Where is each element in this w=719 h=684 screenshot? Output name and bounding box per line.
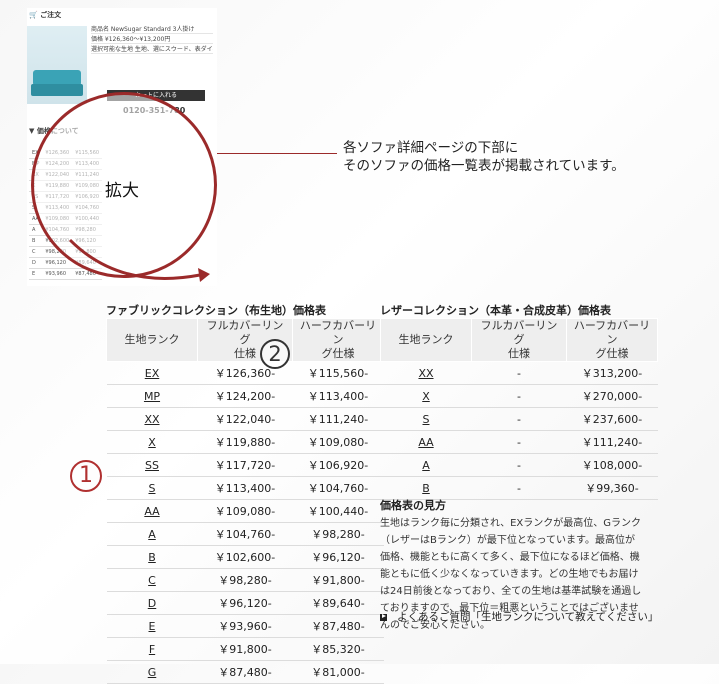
table-row: AA - ￥111,240- xyxy=(380,430,658,454)
rank-link-a[interactable]: A xyxy=(422,459,430,472)
price-half: ￥99,360- xyxy=(566,476,658,500)
price-full: ￥122,040- xyxy=(197,407,293,431)
price-full: ￥113,400- xyxy=(197,476,293,500)
table-row: E ￥93,960- ￥87,480- xyxy=(106,614,384,638)
price-half: ￥237,600- xyxy=(566,407,658,431)
price-half: ￥91,800- xyxy=(292,568,384,592)
price-full: ￥124,200- xyxy=(197,384,293,408)
price-half: ￥100,440- xyxy=(292,499,384,523)
rank-link-b[interactable]: B xyxy=(422,482,430,495)
price-full: ￥93,960- xyxy=(197,614,293,638)
product-info: 商品名 NewSugar Standard 3人掛け 価格 ¥126,360〜¥… xyxy=(91,24,213,54)
col-header-full: フルカバーリング 仕様 xyxy=(471,318,567,362)
table-row: MP ￥124,200- ￥113,400- xyxy=(106,384,384,408)
marker-two: 2 xyxy=(260,339,290,369)
guide-title: 価格表の見方 xyxy=(380,499,446,512)
fabric-price-table: 生地ランク フルカバーリング 仕様 ハーフカバーリン グ仕様 EX ￥126,36… xyxy=(106,318,384,684)
price-full: - xyxy=(471,430,567,454)
rank-link-s[interactable]: S xyxy=(149,482,156,495)
fabric-table-title: ファブリックコレクション（布生地）価格表 xyxy=(106,304,326,317)
price-half: ￥111,240- xyxy=(566,430,658,454)
price-half: ￥106,920- xyxy=(292,453,384,477)
zoom-label: 拡大 xyxy=(103,176,141,201)
info-row: 価格 ¥126,360〜¥13,200円 xyxy=(91,34,213,44)
table-row: B ￥102,600- ￥96,120- xyxy=(106,545,384,569)
table-row: X ￥119,880- ￥109,080- xyxy=(106,430,384,454)
rank-link-f[interactable]: F xyxy=(149,643,155,656)
rank-link-x[interactable]: X xyxy=(422,390,430,403)
sofa-photo xyxy=(27,26,87,104)
faq-link[interactable]: よくあるご質問「生地ランクについて教えてください」 xyxy=(380,609,658,624)
callout-line xyxy=(217,153,337,154)
rank-link-a[interactable]: A xyxy=(148,528,156,541)
callout-text: 各ソファ詳細ページの下部に そのソファの価格一覧表が掲載されています。 xyxy=(343,140,625,174)
table-row: A - ￥108,000- xyxy=(380,453,658,477)
info-row: 商品名 NewSugar Standard 3人掛け xyxy=(91,24,213,34)
price-full: ￥109,080- xyxy=(197,499,293,523)
order-header: 🛒 ご注文 xyxy=(29,11,62,19)
price-half: ￥96,120- xyxy=(292,545,384,569)
table-row: XX ￥122,040- ￥111,240- xyxy=(106,407,384,431)
rank-link-c[interactable]: C xyxy=(148,574,156,587)
price-half: ￥115,560- xyxy=(292,361,384,385)
rank-link-mp[interactable]: MP xyxy=(144,390,160,403)
rank-link-ex[interactable]: EX xyxy=(145,367,160,380)
price-full: ￥91,800- xyxy=(197,637,293,661)
col-header-rank: 生地ランク xyxy=(380,318,472,362)
table-row: S - ￥237,600- xyxy=(380,407,658,431)
price-full: - xyxy=(471,361,567,385)
price-half: ￥113,400- xyxy=(292,384,384,408)
rank-link-s[interactable]: S xyxy=(423,413,430,426)
price-half: ￥104,760- xyxy=(292,476,384,500)
zoom-arrow xyxy=(68,238,210,282)
table-row: X - ￥270,000- xyxy=(380,384,658,408)
price-half: ￥109,080- xyxy=(292,430,384,454)
price-full: - xyxy=(471,384,567,408)
price-full: ￥96,120- xyxy=(197,591,293,615)
price-full: - xyxy=(471,407,567,431)
price-full: ￥119,880- xyxy=(197,430,293,454)
table-row: F ￥91,800- ￥85,320- xyxy=(106,637,384,661)
price-full: ￥117,720- xyxy=(197,453,293,477)
rank-link-aa[interactable]: AA xyxy=(144,505,159,518)
info-row: 選択可能な生地 生地、選にスウード、表ダイ、カバーの仕様 バンスカバー... xyxy=(91,46,213,54)
price-half: ￥111,240- xyxy=(292,407,384,431)
price-half: ￥85,320- xyxy=(292,637,384,661)
table-row: AA ￥109,080- ￥100,440- xyxy=(106,499,384,523)
col-header-half: ハーフカバーリン グ仕様 xyxy=(566,318,658,362)
price-full: ￥104,760- xyxy=(197,522,293,546)
price-full: - xyxy=(471,453,567,477)
table-row: SS ￥117,720- ￥106,920- xyxy=(106,453,384,477)
col-header-half: ハーフカバーリン グ仕様 xyxy=(292,318,384,362)
rank-link-x[interactable]: X xyxy=(148,436,156,449)
rank-link-xx[interactable]: XX xyxy=(418,367,433,380)
rank-link-g[interactable]: G xyxy=(148,666,157,679)
rank-link-d[interactable]: D xyxy=(148,597,156,610)
price-half: ￥98,280- xyxy=(292,522,384,546)
price-half: ￥313,200- xyxy=(566,361,658,385)
col-header-rank: 生地ランク xyxy=(106,318,198,362)
table-row: D ￥96,120- ￥89,640- xyxy=(106,591,384,615)
rank-link-xx[interactable]: XX xyxy=(144,413,159,426)
price-full: ￥102,600- xyxy=(197,545,293,569)
table-row: A ￥104,760- ￥98,280- xyxy=(106,522,384,546)
table-row: XX - ￥313,200- xyxy=(380,361,658,385)
price-full: ￥98,280- xyxy=(197,568,293,592)
table-row: C ￥98,280- ￥91,800- xyxy=(106,568,384,592)
marker-one: 1 xyxy=(70,460,102,492)
rank-link-ss[interactable]: SS xyxy=(145,459,159,472)
price-half: ￥89,640- xyxy=(292,591,384,615)
rank-link-e[interactable]: E xyxy=(149,620,156,633)
price-half: ￥87,480- xyxy=(292,614,384,638)
price-half: ￥270,000- xyxy=(566,384,658,408)
rank-link-aa[interactable]: AA xyxy=(418,436,433,449)
table-row: EX ￥126,360- ￥115,560- xyxy=(106,361,384,385)
leather-table-title: レザーコレクション（本革・合成皮革）価格表 xyxy=(380,304,611,317)
leather-price-table: 生地ランク フルカバーリング 仕様 ハーフカバーリン グ仕様 XX - ￥313,2… xyxy=(380,318,658,500)
price-half: ￥108,000- xyxy=(566,453,658,477)
price-full: - xyxy=(471,476,567,500)
rank-link-b[interactable]: B xyxy=(148,551,156,564)
table-row: S ￥113,400- ￥104,760- xyxy=(106,476,384,500)
